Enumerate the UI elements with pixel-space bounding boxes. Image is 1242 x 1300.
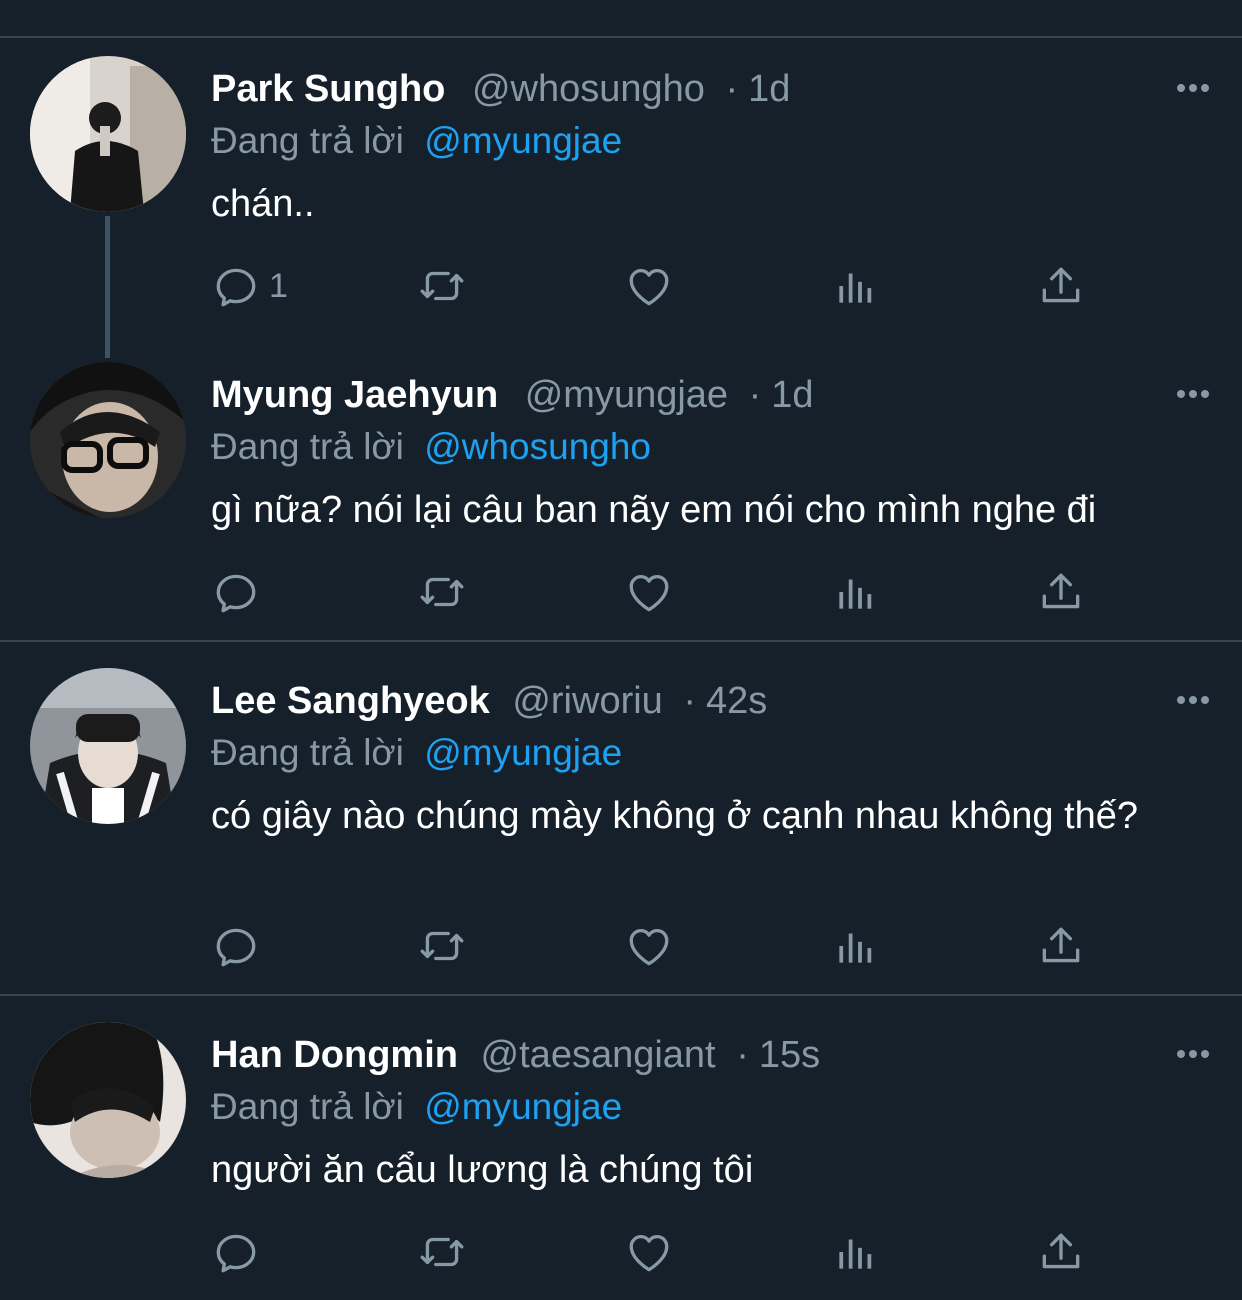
reply-button[interactable] bbox=[211, 916, 269, 976]
reply-bubble-icon bbox=[211, 261, 261, 311]
user-handle[interactable]: @whosungho bbox=[472, 68, 705, 110]
replying-to-label: Đang trả lời bbox=[211, 120, 404, 161]
replying-to-label: Đang trả lời bbox=[211, 1086, 404, 1127]
thread-connector bbox=[105, 216, 110, 358]
share-upload-icon bbox=[1036, 921, 1086, 971]
timestamp[interactable]: 15s bbox=[759, 1034, 820, 1076]
separator-dot: · bbox=[748, 374, 762, 416]
heart-icon bbox=[624, 1227, 674, 1277]
share-button[interactable] bbox=[1036, 916, 1086, 976]
retweet-icon bbox=[417, 1227, 467, 1277]
timestamp[interactable]: 1d bbox=[748, 68, 790, 110]
reply-button[interactable] bbox=[211, 562, 269, 622]
share-upload-icon bbox=[1036, 1227, 1086, 1277]
reply-bubble-icon bbox=[211, 567, 261, 617]
more-options-icon[interactable] bbox=[1172, 1034, 1214, 1074]
analytics-button[interactable] bbox=[830, 256, 880, 316]
display-name[interactable]: Lee Sanghyeok bbox=[211, 680, 490, 722]
like-button[interactable] bbox=[624, 256, 674, 316]
replying-to: Đang trả lời @whosungho bbox=[211, 422, 651, 472]
tweet-text: chán.. bbox=[211, 183, 315, 225]
retweet-icon bbox=[417, 567, 467, 617]
like-button[interactable] bbox=[624, 1222, 674, 1282]
tweet-header: Myung Jaehyun @myungjae · 1d bbox=[211, 370, 814, 420]
tweet-3[interactable]: Lee Sanghyeok @riworiu · 42s Đang trả lời… bbox=[0, 650, 1242, 994]
tweet-header: Lee Sanghyeok @riworiu · 42s bbox=[211, 676, 767, 726]
share-upload-icon bbox=[1036, 567, 1086, 617]
display-name[interactable]: Myung Jaehyun bbox=[211, 374, 498, 416]
like-button[interactable] bbox=[624, 562, 674, 622]
share-button[interactable] bbox=[1036, 562, 1086, 622]
tweet-2[interactable]: Myung Jaehyun @myungjae · 1d Đang trả lời… bbox=[0, 344, 1242, 640]
separator-dot: · bbox=[683, 680, 697, 722]
share-upload-icon bbox=[1036, 261, 1086, 311]
user-handle[interactable]: @riworiu bbox=[512, 680, 662, 722]
more-options-icon[interactable] bbox=[1172, 680, 1214, 720]
replying-to: Đang trả lời @myungjae bbox=[211, 1082, 622, 1132]
replying-to: Đang trả lời @myungjae bbox=[211, 728, 622, 778]
replying-to-handle[interactable]: @myungjae bbox=[424, 120, 622, 161]
user-handle[interactable]: @taesangiant bbox=[481, 1034, 716, 1076]
separator-dot: · bbox=[725, 68, 739, 110]
tweet-1[interactable]: Park Sungho @whosungho · 1d Đang trả lời … bbox=[0, 38, 1242, 358]
more-options-icon[interactable] bbox=[1172, 68, 1214, 108]
replying-to-label: Đang trả lời bbox=[211, 732, 404, 773]
reply-count: 1 bbox=[269, 266, 288, 305]
more-options-icon[interactable] bbox=[1172, 374, 1214, 414]
tweet-text: có giây nào chúng mày không ở cạnh nhau … bbox=[211, 795, 1139, 837]
tweet-text: gì nữa? nói lại câu ban nãy em nói cho m… bbox=[211, 489, 1097, 531]
analytics-bars-icon bbox=[830, 921, 880, 971]
replying-to-handle[interactable]: @myungjae bbox=[424, 1086, 622, 1127]
analytics-button[interactable] bbox=[830, 1222, 880, 1282]
tweet-4[interactable]: Han Dongmin @taesangiant · 15s Đang trả l… bbox=[0, 1004, 1242, 1300]
avatar[interactable] bbox=[30, 1022, 186, 1178]
user-handle[interactable]: @myungjae bbox=[525, 374, 728, 416]
heart-icon bbox=[624, 921, 674, 971]
tweet-header: Park Sungho @whosungho · 1d bbox=[211, 64, 790, 114]
avatar[interactable] bbox=[30, 56, 186, 212]
reply-button[interactable]: 1 bbox=[211, 256, 288, 316]
tweet-divider bbox=[0, 994, 1242, 996]
retweet-button[interactable] bbox=[417, 916, 467, 976]
analytics-button[interactable] bbox=[830, 562, 880, 622]
like-button[interactable] bbox=[624, 916, 674, 976]
retweet-icon bbox=[417, 921, 467, 971]
retweet-button[interactable] bbox=[417, 256, 467, 316]
replying-to-label: Đang trả lời bbox=[211, 426, 404, 467]
share-button[interactable] bbox=[1036, 256, 1086, 316]
display-name[interactable]: Park Sungho bbox=[211, 68, 445, 110]
heart-icon bbox=[624, 261, 674, 311]
analytics-button[interactable] bbox=[830, 916, 880, 976]
retweet-button[interactable] bbox=[417, 562, 467, 622]
analytics-bars-icon bbox=[830, 567, 880, 617]
replying-to: Đang trả lời @myungjae bbox=[211, 116, 622, 166]
timestamp[interactable]: 42s bbox=[706, 680, 767, 722]
share-button[interactable] bbox=[1036, 1222, 1086, 1282]
display-name[interactable]: Han Dongmin bbox=[211, 1034, 458, 1076]
heart-icon bbox=[624, 567, 674, 617]
replying-to-handle[interactable]: @myungjae bbox=[424, 732, 622, 773]
tweet-text: người ăn cẩu lương là chúng tôi bbox=[211, 1149, 754, 1191]
analytics-bars-icon bbox=[830, 261, 880, 311]
analytics-bars-icon bbox=[830, 1227, 880, 1277]
tweet-header: Han Dongmin @taesangiant · 15s bbox=[211, 1030, 820, 1080]
reply-button[interactable] bbox=[211, 1222, 269, 1282]
timestamp[interactable]: 1d bbox=[771, 374, 813, 416]
tweet-divider bbox=[0, 640, 1242, 642]
reply-bubble-icon bbox=[211, 1227, 261, 1277]
avatar[interactable] bbox=[30, 668, 186, 824]
retweet-icon bbox=[417, 261, 467, 311]
avatar[interactable] bbox=[30, 362, 186, 518]
separator-dot: · bbox=[736, 1034, 749, 1076]
retweet-button[interactable] bbox=[417, 1222, 467, 1282]
reply-bubble-icon bbox=[211, 921, 261, 971]
replying-to-handle[interactable]: @whosungho bbox=[424, 426, 651, 467]
